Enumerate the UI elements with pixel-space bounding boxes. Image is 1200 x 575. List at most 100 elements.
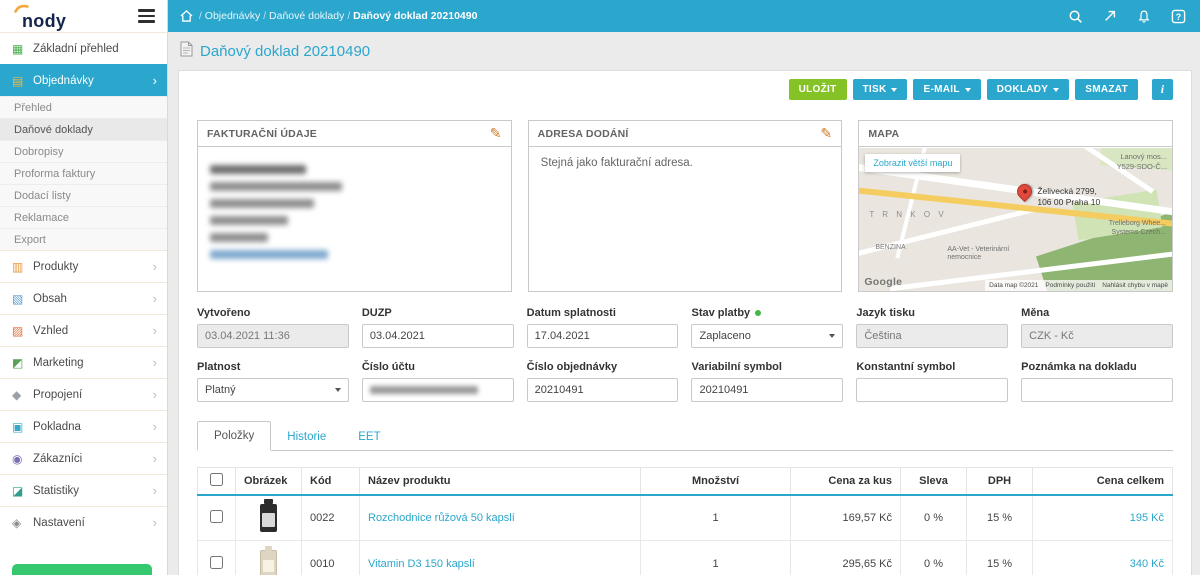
sidebar-item-statistics[interactable]: ◪ Statistiky › [0, 474, 167, 506]
edit-shipping-icon[interactable]: ✎ [820, 125, 832, 142]
sidebar-nav: ▦ Základní přehled ▤ Objednávky › Přehle… [0, 32, 167, 538]
map-attr-report[interactable]: Nahlásit chybu v mapě [1102, 282, 1168, 289]
map-place-label: Trelleborg Whee... [1109, 220, 1166, 227]
print-language-value: Čeština [856, 324, 1008, 348]
sidebar: nody ▦ Základní přehled ▤ Objednávky › P… [0, 0, 168, 575]
field-label: Číslo objednávky [527, 361, 679, 373]
field-label: Variabilní symbol [691, 361, 843, 373]
breadcrumb-orders[interactable]: Objednávky [205, 10, 260, 22]
account-number-input[interactable] [362, 378, 514, 402]
sidebar-item-orders[interactable]: ▤ Objednávky › [0, 64, 167, 96]
save-button[interactable]: ULOŽIT [789, 79, 847, 100]
tabs: Položky Historie EET [197, 420, 1173, 451]
due-date-input[interactable] [527, 324, 679, 348]
field-order-number: Číslo objednávky [527, 361, 679, 402]
sidebar-item-cashdesk[interactable]: ▣ Pokladna › [0, 410, 167, 442]
map-panel: MAPA Lanový mos... Y529-SDO-Č... [858, 120, 1173, 292]
sidebar-item-products[interactable]: ▥ Produkty › [0, 250, 167, 282]
page-title: Daňový doklad 20210490 [200, 43, 370, 60]
documents-button[interactable]: DOKLADY [987, 79, 1070, 100]
total-price-link[interactable]: 340 Kč [1130, 558, 1164, 570]
validity-select[interactable]: Platný [197, 378, 349, 402]
payment-status-select[interactable]: Zaplaceno [691, 324, 843, 348]
chevron-right-icon: › [153, 324, 157, 337]
field-constant-symbol: Konstantní symbol [856, 361, 1008, 402]
sidebar-subitem-delivery-notes[interactable]: Dodací listy [0, 184, 167, 206]
tab-items[interactable]: Položky [197, 421, 271, 451]
discount-value: 0 % [901, 495, 967, 541]
row-checkbox[interactable] [210, 556, 223, 569]
map-attribution: Data map ©2021 Podmínky použití Nahlásit… [985, 280, 1172, 291]
col-unit-price: Cena za kus [791, 468, 901, 495]
sidebar-item-content[interactable]: ▧ Obsah › [0, 282, 167, 314]
map-pin-icon[interactable] [1014, 181, 1035, 202]
sidebar-item-label: Marketing [33, 357, 84, 369]
dashboard-icon: ▦ [12, 43, 33, 55]
sidebar-subitem-tax-documents[interactable]: Daňové doklady [0, 118, 167, 140]
field-duzp: DUZP [362, 307, 514, 348]
chevron-right-icon: › [153, 388, 157, 401]
map-place-label: AA-Vet - Veterinární nemocnice [947, 246, 1017, 264]
email-button[interactable]: E-MAIL [913, 79, 980, 100]
tab-history[interactable]: Historie [271, 423, 342, 450]
search-icon[interactable] [1068, 9, 1083, 24]
email-button-label: E-MAIL [923, 84, 959, 95]
logo[interactable]: nody [14, 2, 66, 30]
sidebar-bottom-button[interactable] [12, 564, 152, 575]
select-all-checkbox[interactable] [210, 473, 223, 486]
sidebar-item-customers[interactable]: ◉ Zákazníci › [0, 442, 167, 474]
sidebar-item-appearance[interactable]: ▨ Vzhled › [0, 314, 167, 346]
print-button-label: TISK [863, 84, 887, 95]
sidebar-subitem-overview[interactable]: Přehled [0, 96, 167, 118]
sidebar-item-marketing[interactable]: ◩ Marketing › [0, 346, 167, 378]
field-payment-status: Stav platby Zaplaceno [691, 307, 843, 348]
variable-symbol-input[interactable] [691, 378, 843, 402]
sidebar-subitem-credit-notes[interactable]: Dobropisy [0, 140, 167, 162]
product-link[interactable]: Vitamin D3 150 kapslí [368, 558, 475, 570]
sidebar-item-overview[interactable]: ▦ Základní přehled [0, 32, 167, 64]
constant-symbol-input[interactable] [856, 378, 1008, 402]
chevron-right-icon: › [153, 356, 157, 369]
map-attr-terms[interactable]: Podmínky použití [1045, 282, 1095, 289]
breadcrumb-tax-documents[interactable]: Daňové doklady [269, 10, 344, 22]
info-button[interactable]: i [1152, 79, 1173, 100]
product-code: 0022 [302, 495, 360, 541]
unit-price-value: 169,57 Kč [791, 495, 901, 541]
chevron-down-icon [829, 334, 835, 338]
tab-eet[interactable]: EET [342, 423, 396, 450]
total-price-link[interactable]: 195 Kč [1130, 512, 1164, 524]
open-external-icon[interactable] [1103, 9, 1117, 23]
field-label: Jazyk tisku [856, 307, 1008, 319]
product-link[interactable]: Rozchodnice růžová 50 kapslí [368, 512, 515, 524]
sidebar-item-label: Základní přehled [33, 43, 119, 55]
google-logo[interactable]: Google [864, 276, 902, 288]
order-number-input[interactable] [527, 378, 679, 402]
notifications-bell-icon[interactable] [1137, 9, 1151, 24]
map[interactable]: Lanový mos... Y529-SDO-Č... T R N K O V … [859, 148, 1172, 291]
invoice-note-input[interactable] [1021, 378, 1173, 402]
delete-button[interactable]: SMAZAT [1075, 79, 1138, 100]
sidebar-item-settings[interactable]: ◈ Nastavení › [0, 506, 167, 538]
chevron-right-icon: › [153, 420, 157, 433]
view-larger-map-button[interactable]: Zobrazit větší mapu [865, 154, 960, 172]
sidebar-item-connections[interactable]: ◆ Propojení › [0, 378, 167, 410]
chevron-down-icon [335, 388, 341, 392]
edit-billing-icon[interactable]: ✎ [490, 125, 502, 142]
field-label: Vytvořeno [197, 307, 349, 319]
help-icon[interactable]: ? [1171, 9, 1186, 24]
map-place-label: Systems Czech... [1112, 229, 1166, 236]
menu-toggle-icon[interactable] [138, 9, 155, 23]
home-icon[interactable] [180, 10, 193, 22]
duzp-input[interactable] [362, 324, 514, 348]
print-button[interactable]: TISK [853, 79, 908, 100]
sidebar-subitem-proforma[interactable]: Proforma faktury [0, 162, 167, 184]
invoice-form: Vytvořeno 03.04.2021 11:36 DUZP Datum sp… [197, 307, 1173, 402]
row-checkbox[interactable] [210, 510, 223, 523]
chevron-right-icon: › [153, 74, 157, 87]
sidebar-subitem-export[interactable]: Export [0, 228, 167, 250]
field-currency: Měna CZK - Kč [1021, 307, 1173, 348]
chevron-down-icon [1053, 88, 1059, 92]
box-icon: ▥ [12, 261, 33, 273]
quantity-value: 1 [641, 541, 791, 575]
sidebar-subitem-claims[interactable]: Reklamace [0, 206, 167, 228]
